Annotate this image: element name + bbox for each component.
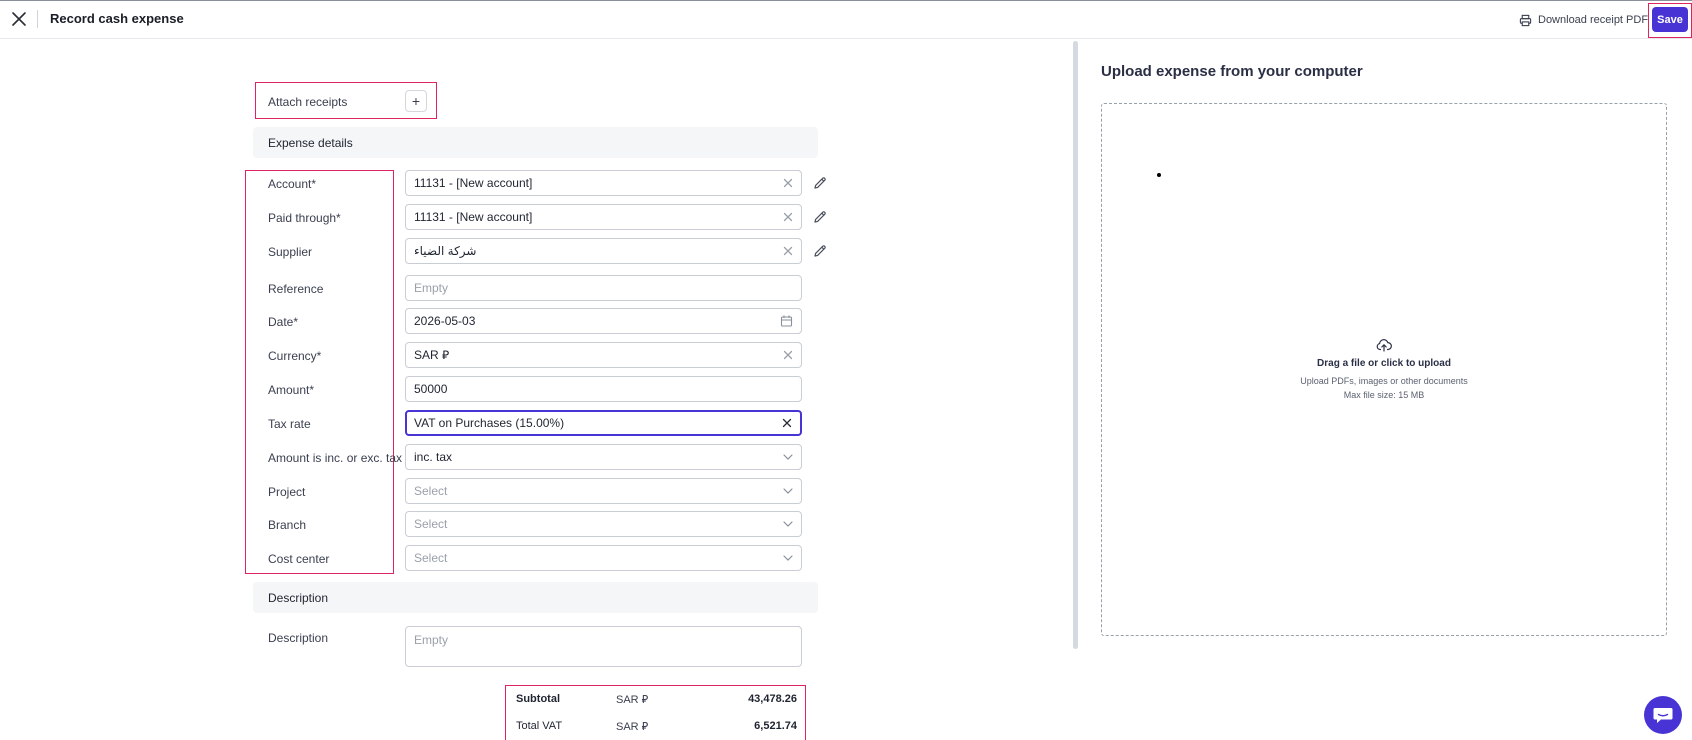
currency-value: SAR ⃁ xyxy=(414,347,450,362)
cost-center-label: Cost center xyxy=(268,552,330,566)
amount-label: Amount* xyxy=(268,383,315,397)
save-button[interactable]: Save xyxy=(1652,7,1688,32)
header-divider xyxy=(37,10,38,28)
reference-field[interactable]: Empty xyxy=(405,275,802,301)
project-field[interactable]: Select xyxy=(405,478,802,504)
total-vat-label: Total VAT xyxy=(516,720,563,732)
paid-through-field[interactable]: 11131 - [New account] xyxy=(405,204,802,230)
subtotal-label: Subtotal xyxy=(516,693,560,705)
cost-center-placeholder: Select xyxy=(414,551,448,565)
amount-field[interactable]: 50000 xyxy=(405,376,802,402)
chevron-down-icon xyxy=(783,454,793,460)
clear-icon[interactable] xyxy=(783,246,793,256)
date-value: 2026-05-03 xyxy=(414,314,476,328)
page-title: Record cash expense xyxy=(50,11,184,26)
supplier-field[interactable]: شركة الضياء xyxy=(405,238,802,264)
close-icon[interactable] xyxy=(9,9,29,29)
amount-is-inc-or-exc-tax-label: Amount is inc. or exc. tax xyxy=(268,451,403,465)
paid-through-value: 11131 - [New account] xyxy=(414,210,533,224)
cost-center-field[interactable]: Select xyxy=(405,545,802,571)
pane-resize-handle[interactable] xyxy=(1073,41,1078,649)
tax-rate-label: Tax rate xyxy=(268,417,311,431)
description-textarea[interactable]: Empty xyxy=(405,626,802,667)
chevron-down-icon xyxy=(783,555,793,561)
clear-icon[interactable] xyxy=(783,178,793,188)
total-vat-row: Total VAT SAR ⃁ 6,521.74 xyxy=(506,714,805,738)
tax-rate-value: VAT on Purchases (15.00%) xyxy=(414,416,565,430)
totals-box: Subtotal SAR ⃁ 43,478.26 Total VAT SAR ⃁… xyxy=(505,685,806,740)
upload-title: Upload expense from your computer xyxy=(1101,63,1363,80)
chat-icon xyxy=(1653,708,1673,723)
supplier-label: Supplier xyxy=(268,245,313,259)
paid-through-label: Paid through* xyxy=(268,211,341,225)
supplier-value: شركة الضياء xyxy=(414,244,477,258)
account-label: Account* xyxy=(268,177,317,191)
cursor-dot xyxy=(1157,173,1161,177)
project-label: Project xyxy=(268,485,306,499)
upload-dropzone[interactable] xyxy=(1101,103,1667,636)
record-cash-expense-page: Record cash expense Download receipt PDF… xyxy=(0,0,1692,740)
branch-field[interactable]: Select xyxy=(405,511,802,537)
printer-icon xyxy=(1519,14,1532,26)
reference-placeholder: Empty xyxy=(414,281,449,295)
clear-icon[interactable] xyxy=(782,418,792,428)
attach-receipts-add-button[interactable]: + xyxy=(405,90,427,112)
total-vat-value: 6,521.74 xyxy=(754,720,797,732)
calendar-icon[interactable] xyxy=(780,315,793,328)
header-bar: Record cash expense Download receipt PDF… xyxy=(0,1,1692,39)
subtotal-row: Subtotal SAR ⃁ 43,478.26 xyxy=(506,687,805,711)
download-receipt-label: Download receipt PDF xyxy=(1538,14,1649,26)
description-section-bar xyxy=(253,582,818,613)
cloud-upload-icon xyxy=(1376,339,1392,352)
attach-receipts-label: Attach receipts xyxy=(268,95,348,109)
edit-pencil-icon[interactable] xyxy=(813,176,827,190)
amount-value: 50000 xyxy=(414,382,448,396)
account-field[interactable]: 11131 - [New account] xyxy=(405,170,802,196)
upload-main-text: Drag a file or click to upload xyxy=(1317,358,1451,369)
description-heading: Description xyxy=(268,591,329,605)
subtotal-currency: SAR ⃁ xyxy=(616,694,649,706)
labels-highlight xyxy=(245,170,394,574)
branch-label: Branch xyxy=(268,518,307,532)
amount-is-inc-or-exc-tax-field[interactable]: inc. tax xyxy=(405,444,802,470)
expense-details-heading: Expense details xyxy=(268,136,353,150)
currency-label: Currency* xyxy=(268,349,322,363)
download-receipt-button[interactable]: Download receipt PDF xyxy=(1519,10,1648,30)
clear-icon[interactable] xyxy=(783,212,793,222)
upload-max-size-text: Max file size: 15 MB xyxy=(1343,390,1425,400)
total-vat-currency: SAR ⃁ xyxy=(616,721,649,733)
clear-icon[interactable] xyxy=(783,350,793,360)
amount-is-inc-or-exc-tax-value: inc. tax xyxy=(414,450,453,464)
chat-support-button[interactable] xyxy=(1644,696,1682,734)
account-value: 11131 - [New account] xyxy=(414,176,533,190)
upload-sub-text: Upload PDFs, images or other documents xyxy=(1300,376,1468,386)
description-label: Description xyxy=(268,631,329,645)
plus-icon: + xyxy=(411,93,421,109)
date-field[interactable]: 2026-05-03 xyxy=(405,308,802,334)
edit-pencil-icon[interactable] xyxy=(813,244,827,258)
project-placeholder: Select xyxy=(414,484,448,498)
chevron-down-icon xyxy=(783,488,793,494)
tax-rate-field[interactable]: VAT on Purchases (15.00%) xyxy=(405,410,802,436)
date-label: Date* xyxy=(268,315,299,329)
branch-placeholder: Select xyxy=(414,517,448,531)
reference-label: Reference xyxy=(268,282,324,296)
chevron-down-icon xyxy=(783,521,793,527)
currency-field[interactable]: SAR ⃁ xyxy=(405,342,802,368)
edit-pencil-icon[interactable] xyxy=(813,210,827,224)
subtotal-value: 43,478.26 xyxy=(748,693,797,705)
